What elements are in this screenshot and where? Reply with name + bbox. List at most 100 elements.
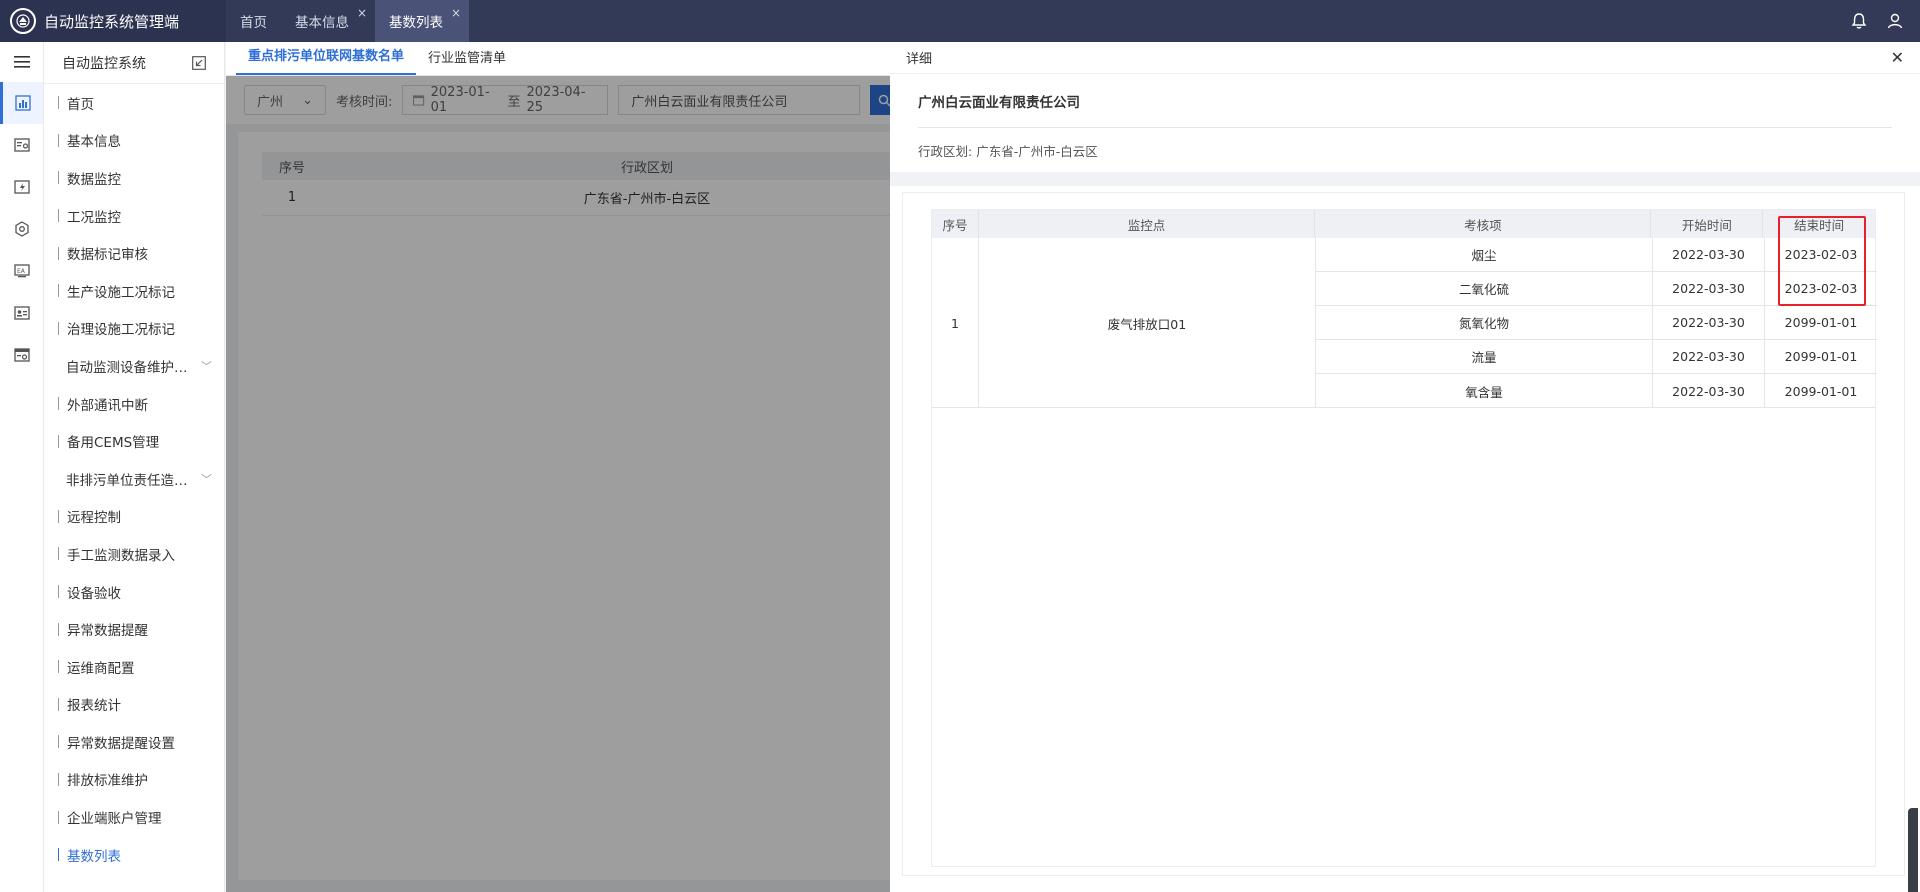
- settings-window-icon[interactable]: [0, 334, 43, 376]
- sidebar-item-label: 外部通讯中断: [67, 397, 148, 414]
- sidebar-item-remote-control[interactable]: 远程控制: [44, 498, 224, 536]
- chart-icon[interactable]: [0, 82, 43, 124]
- sidebar-item-data-mark-review[interactable]: 数据标记审核: [44, 234, 224, 272]
- item-bar: [58, 735, 59, 749]
- sidebar-item-acceptance[interactable]: 设备验收: [44, 573, 224, 611]
- sidebar-title: 自动监控系统: [62, 55, 146, 72]
- sidebar-item-label: 首页: [67, 96, 94, 113]
- tab-industry-list[interactable]: 行业监管清单: [416, 47, 518, 75]
- item-bar: [58, 171, 59, 185]
- sidebar-item-label: 异常数据提醒: [67, 623, 148, 640]
- emblem-icon: [10, 8, 36, 34]
- sidebar-group-device-maintenance[interactable]: 自动监测设备维护… ﹀: [44, 347, 224, 385]
- region-label: 行政区划:: [918, 143, 973, 159]
- sidebar-item-reports[interactable]: 报表统计: [44, 686, 224, 724]
- sidebar-item-vendor-config[interactable]: 运维商配置: [44, 648, 224, 686]
- sidebar-item-treatment-mark[interactable]: 治理设施工况标记: [44, 310, 224, 348]
- drawer-header: 详细 ✕: [890, 42, 1920, 74]
- tab-base-list[interactable]: 基数列表 ×: [375, 0, 469, 42]
- tab-key-units[interactable]: 重点排污单位联网基数名单: [236, 45, 417, 75]
- table-row: 流量 2022-03-30 2099-01-01: [1316, 340, 1877, 374]
- sidebar-item-cems[interactable]: 备用CEMS管理: [44, 422, 224, 460]
- detail-table: 序号 监控点 考核项 开始时间 结束时间 1 废气排放口01 烟尘 2022-0…: [931, 209, 1877, 867]
- chevron-down-icon: ﹀: [201, 359, 212, 373]
- end-time: 2099-01-01: [1784, 349, 1858, 364]
- tab-basic-info[interactable]: 基本信息 ×: [281, 0, 375, 42]
- item-bar: [58, 810, 59, 824]
- assessment-item: 二氧化硫: [1316, 272, 1653, 305]
- item-bar: [58, 434, 59, 448]
- sidebar-item-label: 异常数据提醒设置: [67, 735, 175, 752]
- lightning-icon[interactable]: [0, 166, 43, 208]
- item-bar: [58, 772, 59, 786]
- region-value: 广东省-广州市-白云区: [976, 143, 1098, 159]
- item-bar: [58, 697, 59, 711]
- sidebar-item-label: 数据监控: [67, 171, 121, 188]
- close-icon[interactable]: ✕: [1891, 48, 1904, 67]
- region-line: 行政区划: 广东省-广州市-白云区: [918, 128, 1892, 172]
- collapse-icon[interactable]: [192, 55, 206, 70]
- sidebar-item-label: 治理设施工况标记: [67, 322, 175, 339]
- table-row: 氧含量 2022-03-30 2099-01-01: [1316, 374, 1877, 408]
- bell-icon[interactable]: [1850, 12, 1868, 30]
- sidebar-item-data-monitor[interactable]: 数据监控: [44, 159, 224, 197]
- item-bar: [58, 509, 59, 523]
- sidebar-item-label: 基本信息: [67, 134, 121, 151]
- detail-table-header: 序号 监控点 考核项 开始时间 结束时间: [932, 210, 1875, 238]
- sidebar-item-enterprise-accounts[interactable]: 企业端账户管理: [44, 798, 224, 836]
- app-title: 自动监控系统管理端: [44, 12, 180, 31]
- menu-toggle-icon[interactable]: [0, 42, 43, 82]
- sidebar-item-home[interactable]: 首页: [44, 84, 224, 122]
- detail-table-body: 1 废气排放口01 烟尘 2022-03-30 2023-02-03 二氧化硫 …: [932, 238, 1877, 408]
- close-icon[interactable]: ×: [357, 6, 367, 20]
- sidebar-item-label: 非排污单位责任造…: [66, 472, 188, 489]
- tab-home[interactable]: 首页: [226, 0, 281, 42]
- item-bar: [58, 622, 59, 636]
- sidebar-item-base-list[interactable]: 基数列表: [44, 836, 224, 874]
- id-card-icon[interactable]: [0, 292, 43, 334]
- sidebar-item-label: 基数列表: [67, 848, 121, 865]
- close-icon[interactable]: ×: [451, 6, 461, 20]
- sidebar-item-label: 自动监测设备维护…: [66, 359, 188, 376]
- item-bar: [58, 547, 59, 561]
- sidebar-item-abnormal-alert[interactable]: 异常数据提醒: [44, 610, 224, 648]
- column-header: 开始时间: [1651, 210, 1764, 238]
- page-tabs: 首页 基本信息 × 基数列表 ×: [226, 0, 469, 42]
- scrollbar-thumb[interactable]: [1908, 808, 1918, 892]
- sidebar-item-label: 企业端账户管理: [67, 811, 162, 828]
- user-icon[interactable]: [1886, 12, 1904, 30]
- sidebar-item-label: 数据标记审核: [67, 247, 148, 264]
- item-bar: [58, 284, 59, 298]
- logo-area: 自动监控系统管理端: [0, 0, 226, 42]
- sidebar-item-label: 手工监测数据录入: [67, 547, 175, 564]
- sidebar-item-production-mark[interactable]: 生产设施工况标记: [44, 272, 224, 310]
- sidebar-item-comm-interrupt[interactable]: 外部通讯中断: [44, 385, 224, 423]
- sidebar-item-emission-standard[interactable]: 排放标准维护: [44, 761, 224, 799]
- detail-card: 序号 监控点 考核项 开始时间 结束时间 1 废气排放口01 烟尘 2022-0…: [902, 192, 1905, 876]
- chevron-down-icon: ﹀: [201, 472, 212, 486]
- gear-icon[interactable]: [0, 208, 43, 250]
- sidebar-item-label: 备用CEMS管理: [67, 435, 160, 452]
- item-bar: [58, 848, 59, 862]
- icon-rail: EA: [0, 42, 44, 892]
- sidebar-header: 自动监控系统: [44, 42, 224, 84]
- highlight-box: [1778, 216, 1866, 306]
- table-row: 氮氧化物 2022-03-30 2099-01-01: [1316, 306, 1877, 340]
- sidebar-item-manual-entry[interactable]: 手工监测数据录入: [44, 535, 224, 573]
- column-header: 监控点: [979, 210, 1316, 238]
- start-time: 2022-03-30: [1653, 374, 1765, 408]
- item-bar: [58, 209, 59, 223]
- sidebar-item-alert-settings[interactable]: 异常数据提醒设置: [44, 723, 224, 761]
- sidebar-item-condition-monitor[interactable]: 工况监控: [44, 197, 224, 235]
- svg-text:EA: EA: [17, 268, 26, 275]
- assessment-item: 氮氧化物: [1316, 306, 1653, 339]
- sidebar-item-label: 远程控制: [67, 510, 121, 527]
- sidebar-item-basic-info[interactable]: 基本信息: [44, 122, 224, 160]
- sidebar-item-label: 报表统计: [67, 698, 121, 715]
- start-time: 2022-03-30: [1653, 238, 1765, 271]
- sidebar-group-non-responsibility[interactable]: 非排污单位责任造… ﹀: [44, 460, 224, 498]
- monitor-icon[interactable]: EA: [0, 250, 43, 292]
- item-bar: [58, 397, 59, 411]
- list-card-icon[interactable]: [0, 124, 43, 166]
- end-time: 2099-01-01: [1784, 315, 1858, 330]
